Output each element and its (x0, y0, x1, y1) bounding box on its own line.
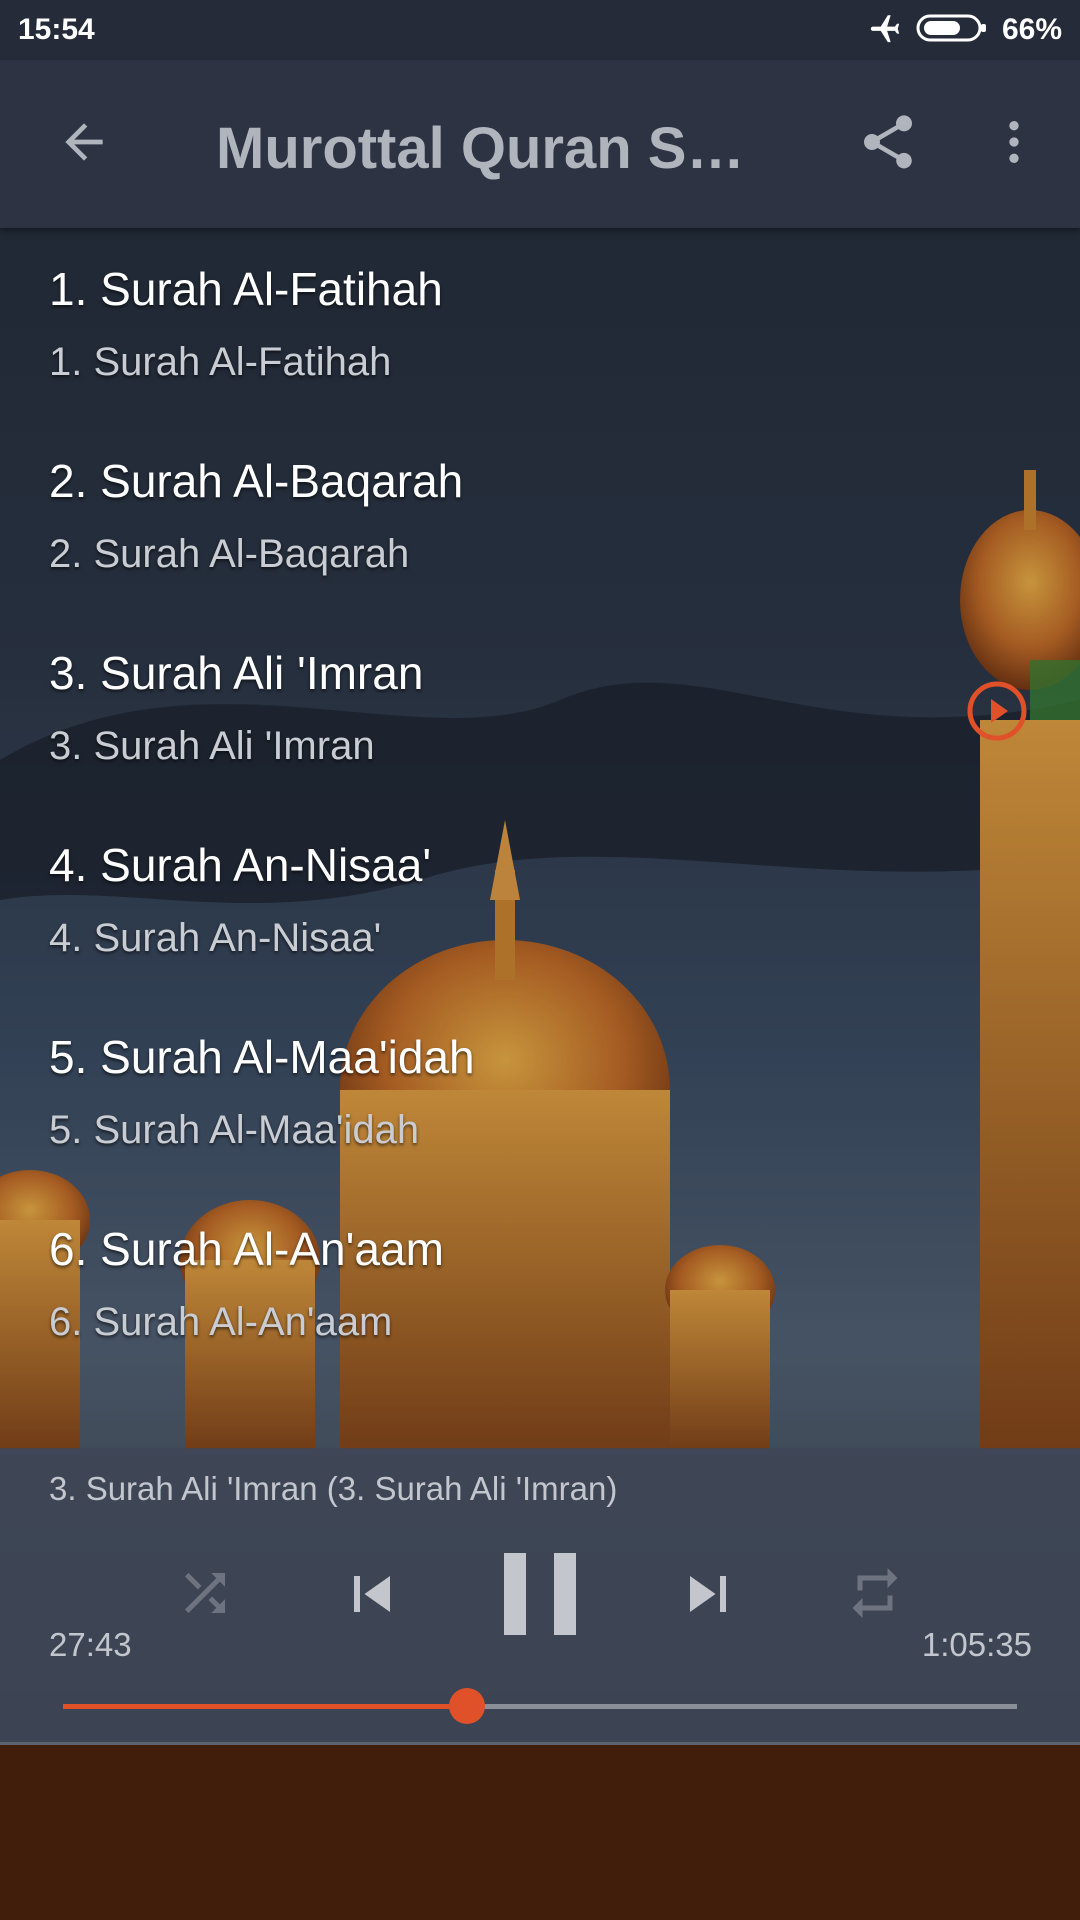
list-item[interactable]: 2. Surah Al-Baqarah 2. Surah Al-Baqarah (0, 420, 1080, 612)
share-icon (856, 110, 920, 179)
back-button[interactable] (44, 104, 124, 184)
track-subtitle: 2. Surah Al-Baqarah (49, 532, 410, 576)
back-arrow-icon (56, 114, 112, 175)
more-vert-icon (986, 114, 1042, 175)
track-title: 3. Surah Ali 'Imran (49, 647, 424, 699)
previous-button[interactable] (332, 1556, 412, 1636)
track-title: 2. Surah Al-Baqarah (49, 455, 464, 507)
skip-previous-icon (336, 1558, 408, 1635)
player-panel: 3. Surah Ali 'Imran (3. Surah Ali 'Imran… (0, 1448, 1080, 1745)
shuffle-button[interactable] (170, 1560, 240, 1630)
list-item[interactable]: 6. Surah Al-An'aam 6. Surah Al-An'aam (0, 1188, 1080, 1380)
track-subtitle: 6. Surah Al-An'aam (49, 1300, 393, 1344)
seek-bar-thumb[interactable] (448, 1688, 485, 1724)
page-title: Murottal Quran Saa... (216, 116, 776, 181)
seek-bar-progress (63, 1704, 467, 1709)
repeat-button[interactable] (840, 1560, 910, 1630)
now-playing-text: 3. Surah Ali 'Imran (3. Surah Ali 'Imran… (49, 1470, 618, 1507)
seek-bar[interactable] (63, 1688, 1017, 1724)
share-button[interactable] (848, 104, 928, 184)
now-playing-indicator (966, 680, 1028, 742)
next-button[interactable] (668, 1556, 748, 1636)
more-options-button[interactable] (974, 104, 1054, 184)
list-item[interactable]: 4. Surah An-Nisaa' 4. Surah An-Nisaa' (0, 804, 1080, 996)
play-circle-icon (966, 681, 1028, 746)
track-title: 6. Surah Al-An'aam (49, 1223, 444, 1275)
track-title: 5. Surah Al-Maa'idah (49, 1031, 475, 1083)
track-title: 1. Surah Al-Fatihah (49, 263, 443, 315)
status-bar: 15:54 66% (0, 0, 1080, 60)
total-time: 1:05:35 (921, 1626, 1032, 1663)
pause-button[interactable] (488, 1548, 592, 1644)
status-icons: 66% (868, 13, 1062, 47)
list-item[interactable]: 3. Surah Ali 'Imran 3. Surah Ali 'Imran (0, 612, 1080, 804)
battery-percent: 66% (1001, 13, 1062, 46)
track-subtitle: 1. Surah Al-Fatihah (49, 340, 392, 384)
track-subtitle: 3. Surah Ali 'Imran (49, 724, 375, 768)
repeat-icon (845, 1563, 905, 1628)
track-list: 1. Surah Al-Fatihah 1. Surah Al-Fatihah … (0, 228, 1080, 1448)
skip-next-icon (672, 1558, 744, 1635)
app-bar: Murottal Quran Saa... (0, 60, 1080, 228)
status-time: 15:54 (18, 13, 95, 46)
track-title: 4. Surah An-Nisaa' (49, 839, 432, 891)
track-subtitle: 4. Surah An-Nisaa' (49, 916, 382, 960)
airplane-mode-icon (868, 11, 902, 50)
list-item[interactable]: 5. Surah Al-Maa'idah 5. Surah Al-Maa'ida… (0, 996, 1080, 1188)
list-item[interactable]: 1. Surah Al-Fatihah 1. Surah Al-Fatihah (0, 228, 1080, 420)
track-subtitle: 5. Surah Al-Maa'idah (49, 1108, 420, 1152)
elapsed-time: 27:43 (49, 1626, 132, 1663)
battery-icon (916, 13, 988, 48)
pause-icon (502, 1551, 578, 1642)
shuffle-icon (175, 1563, 235, 1628)
